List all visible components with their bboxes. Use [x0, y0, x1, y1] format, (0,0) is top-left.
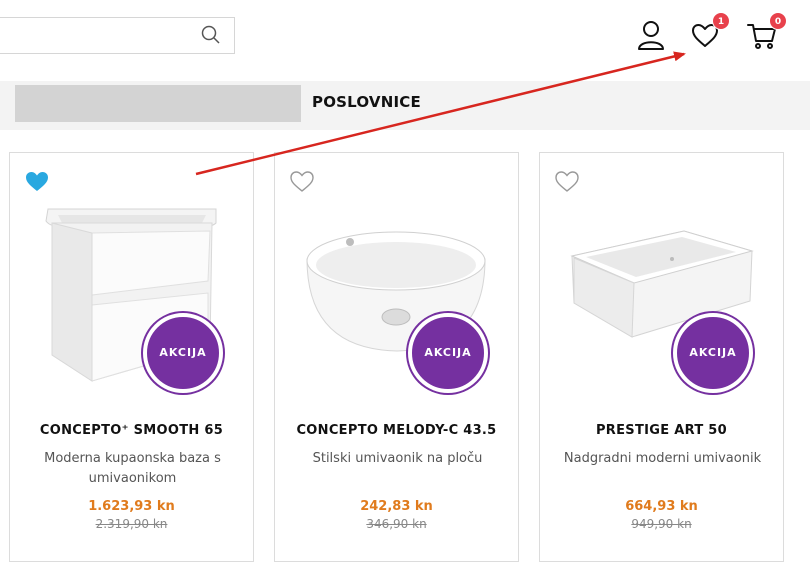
cart-button[interactable]: 0: [745, 12, 787, 52]
heart-outline-icon: [290, 171, 314, 192]
wishlist-toggle[interactable]: [554, 169, 580, 193]
wishlist-count-badge: 1: [712, 12, 730, 30]
product-card[interactable]: AKCIJA CONCEPTO MELODY-C 43.5 Stilski um…: [274, 152, 519, 562]
nav-placeholder: [15, 85, 301, 122]
sale-badge: AKCIJA: [673, 313, 753, 393]
page: 1 0 POSLOVNICE AKCIJA CONCEPTO⁺ SMOOTH 6…: [0, 0, 810, 572]
wishlist-toggle[interactable]: [24, 169, 50, 193]
user-account-icon[interactable]: [634, 18, 668, 52]
product-card[interactable]: AKCIJA CONCEPTO⁺ SMOOTH 65 Moderna kupao…: [9, 152, 254, 562]
search-input[interactable]: [7, 26, 187, 46]
search-box[interactable]: [0, 17, 235, 54]
product-card[interactable]: AKCIJA PRESTIGE ART 50 Nadgradni moderni…: [539, 152, 784, 562]
product-title[interactable]: PRESTIGE ART 50: [540, 423, 783, 438]
heart-outline-icon: [555, 171, 579, 192]
product-description: Nadgradni moderni umivaonik: [563, 451, 762, 466]
product-old-price: 2.319,90 kn: [95, 517, 168, 531]
sale-badge: AKCIJA: [143, 313, 223, 393]
nav-link-poslovnice[interactable]: POSLOVNICE: [312, 93, 421, 111]
cart-count-badge: 0: [769, 12, 787, 30]
product-price: 664,93 kn: [625, 499, 698, 514]
wishlist-toggle[interactable]: [289, 169, 315, 193]
product-description: Stilski umivaonik na ploču: [312, 451, 483, 466]
wishlist-button[interactable]: 1: [688, 12, 730, 52]
product-price: 1.623,93 kn: [88, 499, 175, 514]
product-title[interactable]: CONCEPTO⁺ SMOOTH 65: [10, 423, 253, 438]
product-old-price: 949,90 kn: [631, 517, 692, 531]
search-icon[interactable]: [200, 24, 222, 46]
heart-filled-icon: [26, 172, 48, 191]
product-description: Moderna kupaonska baza s umivaonikom: [44, 451, 221, 486]
product-title[interactable]: CONCEPTO MELODY-C 43.5: [275, 423, 518, 438]
product-old-price: 346,90 kn: [366, 517, 427, 531]
product-price: 242,83 kn: [360, 499, 433, 514]
sale-badge: AKCIJA: [408, 313, 488, 393]
